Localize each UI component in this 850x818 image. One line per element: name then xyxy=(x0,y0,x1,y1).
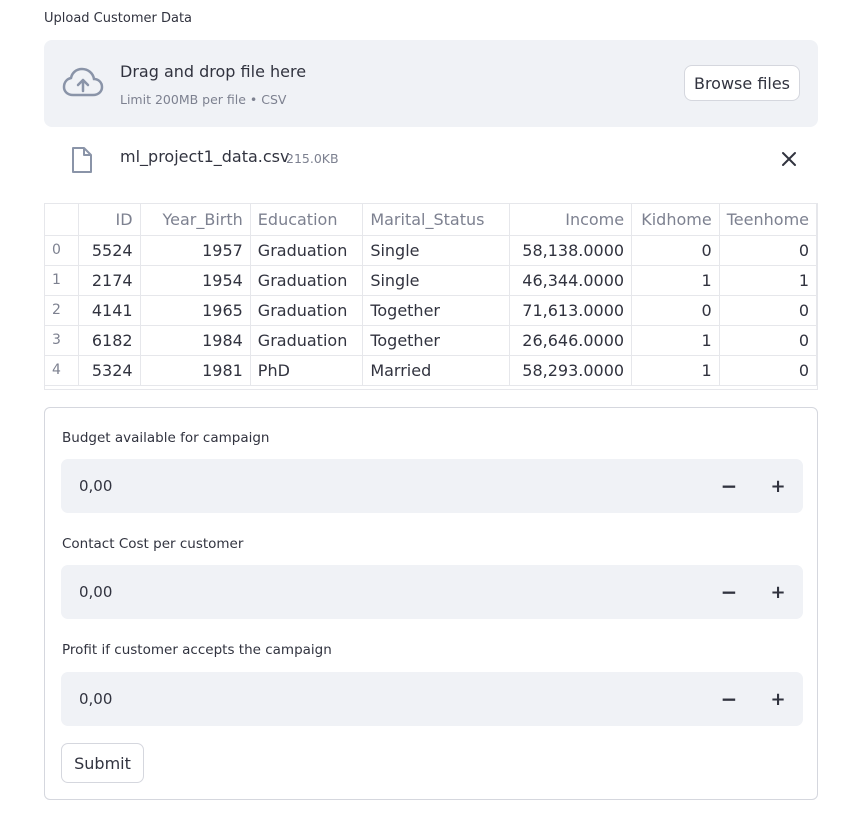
cell-marital-status[interactable]: Together xyxy=(362,325,511,356)
cell-id[interactable]: 4141 xyxy=(78,295,141,326)
close-icon[interactable] xyxy=(778,148,800,170)
row-index: 0 xyxy=(45,235,79,266)
cell-year-birth[interactable]: 1957 xyxy=(140,235,251,266)
cell-education[interactable]: Graduation xyxy=(250,265,364,296)
cell-teenhome[interactable]: 1 xyxy=(719,265,817,296)
cell-income[interactable]: 46,344.0000 xyxy=(509,265,633,296)
row-index: 4 xyxy=(45,355,79,386)
budget-increment-button[interactable]: + xyxy=(753,459,803,513)
cell-education[interactable]: PhD xyxy=(250,355,364,386)
dropzone-limit: Limit 200MB per file • CSV xyxy=(120,92,287,107)
budget-decrement-button[interactable]: − xyxy=(705,459,753,513)
cell-marital-status[interactable]: Single xyxy=(362,265,511,296)
cell-kidhome[interactable]: 1 xyxy=(631,265,720,296)
table-row: 2 4141 1965 Graduation Together 71,613.0… xyxy=(45,295,817,326)
table-row: 0 5524 1957 Graduation Single 58,138.000… xyxy=(45,235,817,266)
cell-id[interactable]: 5524 xyxy=(78,235,141,266)
browse-files-button[interactable]: Browse files xyxy=(684,65,800,101)
cell-kidhome[interactable]: 0 xyxy=(631,295,720,326)
budget-number-input[interactable]: 0,00 − + xyxy=(61,459,803,513)
cell-education[interactable]: Graduation xyxy=(250,295,364,326)
cell-teenhome[interactable]: 0 xyxy=(719,235,817,266)
cell-income[interactable]: 58,138.0000 xyxy=(509,235,633,266)
budget-value[interactable]: 0,00 xyxy=(79,477,112,495)
cell-kidhome[interactable]: 0 xyxy=(631,235,720,266)
contact-cost-value[interactable]: 0,00 xyxy=(79,583,112,601)
cell-id[interactable]: 2174 xyxy=(78,265,141,296)
cell-kidhome[interactable]: 1 xyxy=(631,355,720,386)
row-index: 1 xyxy=(45,265,79,296)
profit-decrement-button[interactable]: − xyxy=(705,672,753,726)
row-index: 3 xyxy=(45,325,79,356)
profit-value[interactable]: 0,00 xyxy=(79,690,112,708)
contact-cost-decrement-button[interactable]: − xyxy=(705,565,753,619)
table-row: 1 2174 1954 Graduation Single 46,344.000… xyxy=(45,265,817,296)
uploaded-file-size: 215.0KB xyxy=(286,151,339,166)
profit-number-input[interactable]: 0,00 − + xyxy=(61,672,803,726)
cell-id[interactable]: 6182 xyxy=(78,325,141,356)
table-row: 4 5324 1981 PhD Married 58,293.0000 1 0 xyxy=(45,355,817,386)
cell-income[interactable]: 26,646.0000 xyxy=(509,325,633,356)
cell-marital-status[interactable]: Together xyxy=(362,295,511,326)
column-header-kidhome[interactable]: Kidhome xyxy=(631,204,720,236)
cloud-upload-icon xyxy=(62,67,104,97)
cell-income[interactable]: 58,293.0000 xyxy=(509,355,633,386)
file-dropzone[interactable]: Drag and drop file here Limit 200MB per … xyxy=(44,40,818,127)
cell-id[interactable]: 5324 xyxy=(78,355,141,386)
cell-year-birth[interactable]: 1984 xyxy=(140,325,251,356)
cell-teenhome[interactable]: 0 xyxy=(719,325,817,356)
cell-teenhome[interactable]: 0 xyxy=(719,295,817,326)
dropzone-title: Drag and drop file here xyxy=(120,62,307,81)
table-header-row: ID Year_Birth Education Marital_Status I… xyxy=(45,204,817,236)
data-table[interactable]: ID Year_Birth Education Marital_Status I… xyxy=(44,203,818,390)
column-header-year-birth[interactable]: Year_Birth xyxy=(140,204,251,236)
campaign-form: Budget available for campaign 0,00 − + C… xyxy=(44,407,818,800)
budget-label: Budget available for campaign xyxy=(62,430,270,446)
cell-marital-status[interactable]: Married xyxy=(362,355,511,386)
cell-year-birth[interactable]: 1965 xyxy=(140,295,251,326)
column-header-id[interactable]: ID xyxy=(78,204,141,236)
cell-marital-status[interactable]: Single xyxy=(362,235,511,266)
column-header-income[interactable]: Income xyxy=(509,204,633,236)
cell-year-birth[interactable]: 1981 xyxy=(140,355,251,386)
contact-cost-number-input[interactable]: 0,00 − + xyxy=(61,565,803,619)
cell-teenhome[interactable]: 0 xyxy=(719,355,817,386)
file-icon xyxy=(72,147,92,173)
contact-cost-increment-button[interactable]: + xyxy=(753,565,803,619)
submit-button[interactable]: Submit xyxy=(61,743,144,783)
column-header-education[interactable]: Education xyxy=(250,204,364,236)
table-row: 3 6182 1984 Graduation Together 26,646.0… xyxy=(45,325,817,356)
uploaded-file-name: ml_project1_data.csv xyxy=(120,147,290,166)
cell-education[interactable]: Graduation xyxy=(250,325,364,356)
row-index: 2 xyxy=(45,295,79,326)
column-header-teenhome[interactable]: Teenhome xyxy=(719,204,817,236)
cell-income[interactable]: 71,613.0000 xyxy=(509,295,633,326)
contact-cost-label: Contact Cost per customer xyxy=(62,536,244,552)
cell-kidhome[interactable]: 1 xyxy=(631,325,720,356)
cell-year-birth[interactable]: 1954 xyxy=(140,265,251,296)
uploader-label: Upload Customer Data xyxy=(44,11,193,26)
profit-label: Profit if customer accepts the campaign xyxy=(62,642,332,658)
column-header-marital-status[interactable]: Marital_Status xyxy=(362,204,511,236)
cell-education[interactable]: Graduation xyxy=(250,235,364,266)
column-header-index xyxy=(45,204,79,236)
profit-increment-button[interactable]: + xyxy=(753,672,803,726)
